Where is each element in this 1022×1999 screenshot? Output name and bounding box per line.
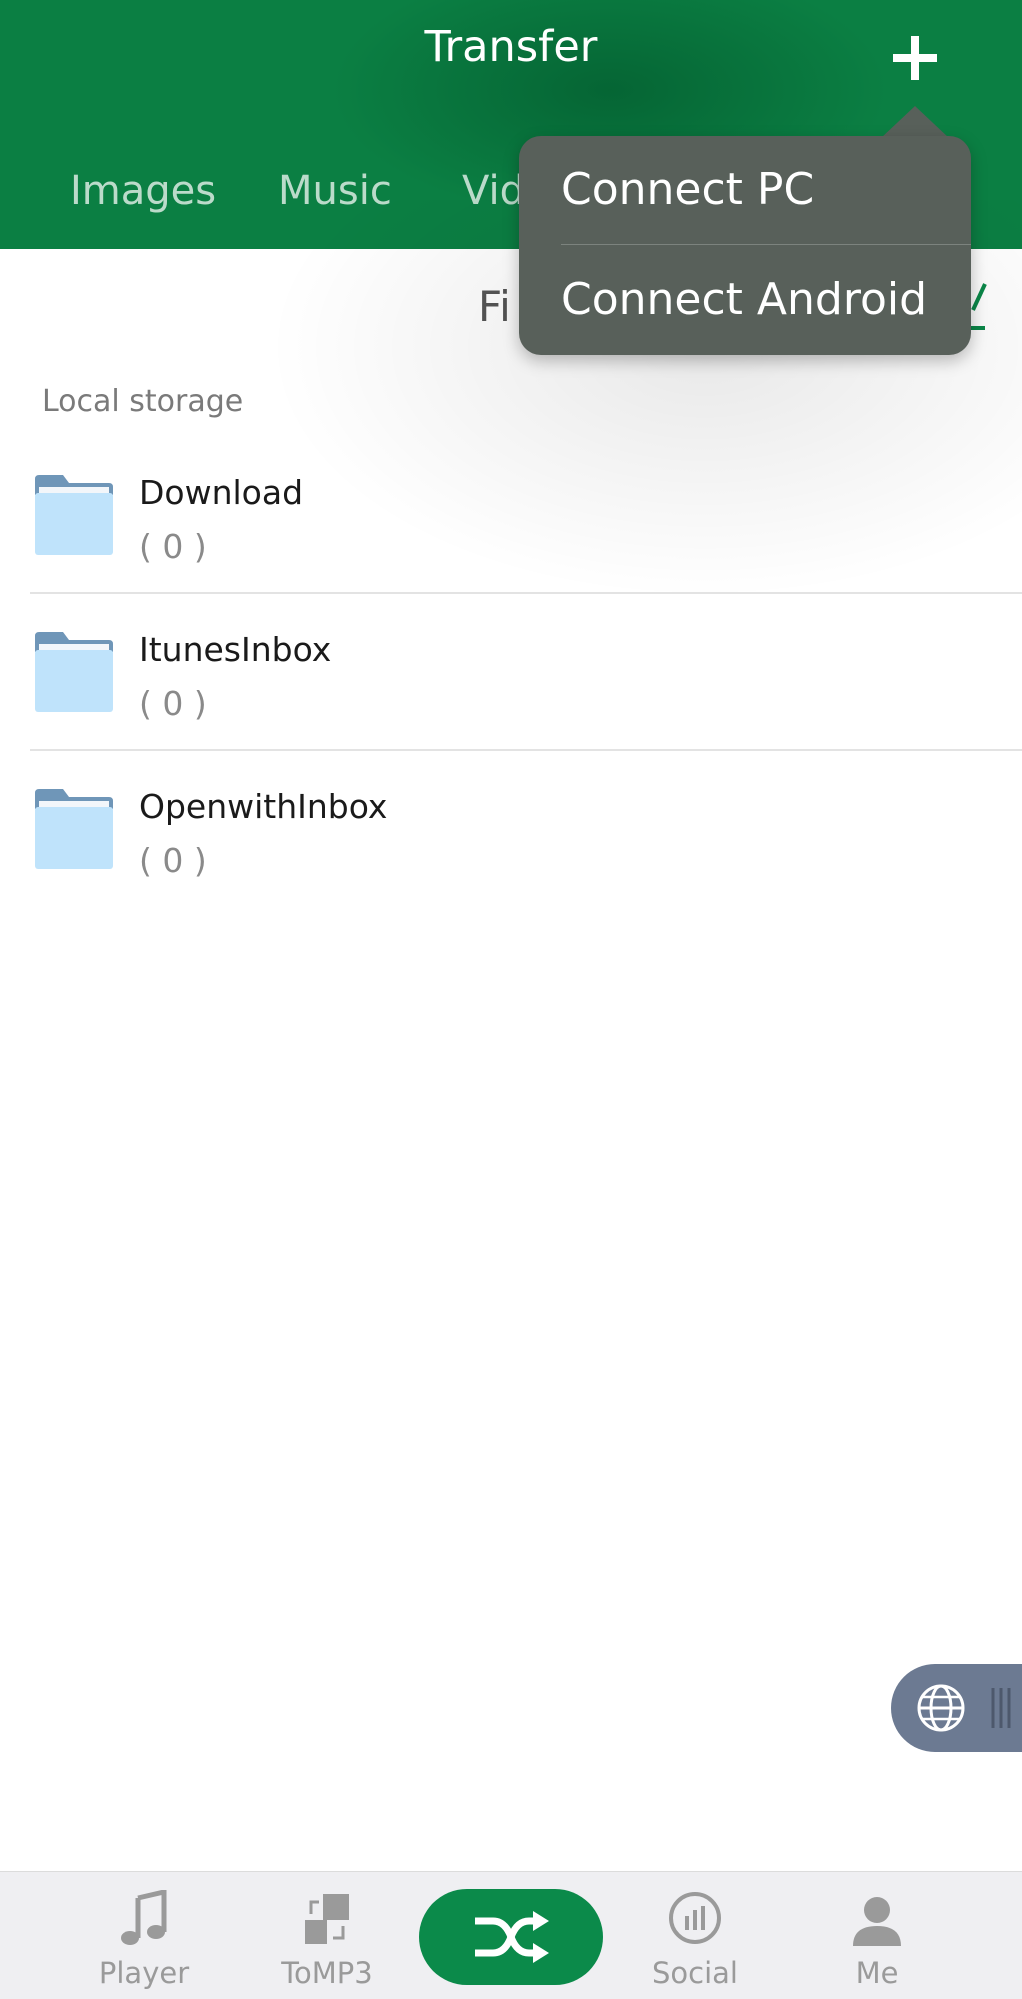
tab-music[interactable]: Music (278, 168, 392, 214)
popup-menu: Connect PC Connect Android (519, 136, 971, 355)
folder-count: ( 0 ) (139, 684, 207, 723)
person-icon (853, 1897, 901, 1946)
folder-count: ( 0 ) (139, 841, 207, 880)
menu-divider (561, 244, 971, 245)
shuffle-icon (475, 1911, 549, 1963)
folder-icon (35, 632, 113, 712)
tab-label: ToMP3 (281, 1956, 373, 1990)
folder-icon (35, 475, 113, 555)
files-label: Fi (478, 282, 511, 331)
tab-label: Player (98, 1956, 190, 1990)
stats-circle-icon (669, 1892, 721, 1944)
transfer-shuffle-button[interactable] (419, 1889, 603, 1985)
drag-handle-icon[interactable] (989, 1684, 1013, 1732)
popup-menu-arrow (881, 106, 949, 138)
convert-icon (305, 1894, 349, 1944)
menu-item-connect-android[interactable]: Connect Android (561, 274, 927, 325)
floating-browser-button[interactable] (891, 1664, 1022, 1752)
globe-icon (917, 1684, 965, 1732)
folder-row-itunesinbox[interactable]: ItunesInbox ( 0 ) (30, 594, 1022, 751)
folder-row-openwithinbox[interactable]: OpenwithInbox ( 0 ) (30, 751, 1022, 908)
tab-videos[interactable]: Videos (462, 168, 522, 214)
tab-label: Social (652, 1956, 738, 1990)
folder-name: ItunesInbox (139, 630, 332, 669)
page-title: Transfer (424, 22, 598, 72)
folder-name: Download (139, 473, 304, 512)
tab-label: Me (855, 1956, 899, 1990)
tab-me[interactable]: Me (785, 1872, 969, 1999)
add-button[interactable] (885, 28, 945, 88)
music-note-icon (121, 1890, 167, 1945)
folder-count: ( 0 ) (139, 527, 207, 566)
bottom-tab-bar: Player ToMP3 Social Me (0, 1871, 1022, 1999)
tab-player[interactable]: Player (52, 1872, 236, 1999)
tab-images[interactable]: Images (70, 168, 216, 214)
folder-name: OpenwithInbox (139, 787, 388, 826)
menu-item-connect-pc[interactable]: Connect PC (561, 164, 814, 215)
folder-row-download[interactable]: Download ( 0 ) (30, 437, 1022, 594)
folder-icon (35, 789, 113, 869)
tab-social[interactable]: Social (603, 1872, 787, 1999)
section-label: Local storage (42, 384, 244, 419)
tab-tomp3[interactable]: ToMP3 (235, 1872, 419, 1999)
